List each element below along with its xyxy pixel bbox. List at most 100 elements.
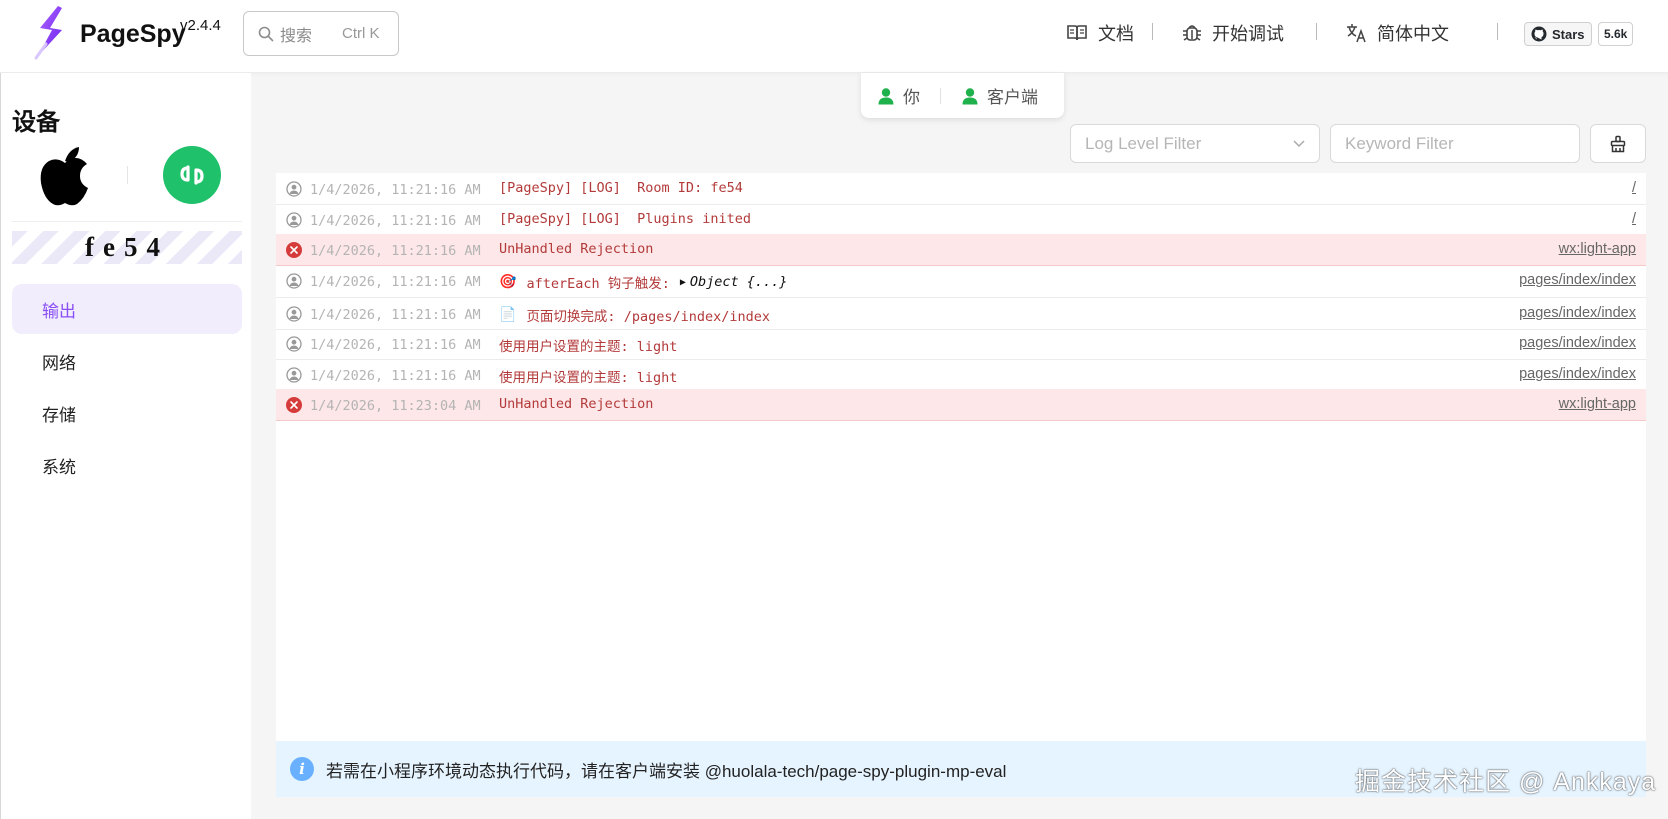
tab-divider <box>940 87 941 104</box>
sidebar-item-label: 系统 <box>42 457 76 477</box>
tab-you[interactable]: 你 <box>877 83 920 108</box>
info-banner-text: 若需在小程序环境动态执行代码，请在客户端安装 @huolala-tech/pag… <box>326 761 1007 781</box>
version-label: v2.4.4 <box>180 17 221 34</box>
log-timestamp: 1/4/2026, 11:21:16 AM <box>310 368 481 384</box>
nav-language[interactable]: 简体中文 <box>1346 20 1449 46</box>
nav-docs[interactable]: 文档 <box>1066 20 1134 46</box>
user-icon <box>962 87 978 104</box>
log-level-placeholder: Log Level Filter <box>1085 133 1202 153</box>
log-message-text: [PageSpy] [LOG] Room ID: fe54 <box>499 180 743 196</box>
log-user-icon <box>286 336 302 352</box>
github-stars-count[interactable]: 5.6k <box>1598 22 1634 46</box>
console-log-list: 1/4/2026, 11:21:16 AM [PageSpy] [LOG] Roo… <box>276 173 1646 741</box>
connection-tabs: 你 客户端 <box>861 73 1064 118</box>
tab-you-label: 你 <box>903 88 920 107</box>
log-message: [PageSpy] [LOG] Plugins inited <box>499 211 751 227</box>
translate-icon <box>1347 24 1366 43</box>
sidebar-item-label: 存储 <box>42 405 76 425</box>
log-message: UnHandled Rejection <box>499 241 653 257</box>
log-object-label: Object {...} <box>689 274 788 290</box>
sidebar-item-storage[interactable]: 存储 <box>12 388 242 438</box>
broom-icon <box>1610 135 1626 152</box>
log-row: 1/4/2026, 11:21:16 AM UnHandled Rejection… <box>276 234 1646 266</box>
github-stars-button[interactable]: Stars <box>1524 22 1592 46</box>
keyword-filter-input[interactable]: Keyword Filter <box>1330 124 1580 163</box>
sidebar-item-network[interactable]: 网络 <box>12 336 242 386</box>
keyword-placeholder: Keyword Filter <box>1345 133 1454 153</box>
user-icon <box>878 87 894 104</box>
log-timestamp: 1/4/2026, 11:21:16 AM <box>310 182 481 198</box>
log-user-icon <box>286 181 302 197</box>
log-source-link[interactable]: pages/index/index <box>1519 305 1636 321</box>
log-message-text: 页面切换完成: /pages/index/index <box>526 309 770 325</box>
clear-console-button[interactable] <box>1590 124 1646 163</box>
search-placeholder: 搜索 <box>280 27 313 45</box>
device-icon-divider <box>127 166 128 184</box>
log-level-filter[interactable]: Log Level Filter <box>1070 124 1320 163</box>
caret-right-icon: ▶ <box>679 276 686 288</box>
tab-client[interactable]: 客户端 <box>961 83 1038 108</box>
log-row: 1/4/2026, 11:23:04 AM UnHandled Rejection… <box>276 389 1646 421</box>
log-message-text: [PageSpy] [LOG] Plugins inited <box>499 211 751 227</box>
log-timestamp: 1/4/2026, 11:21:16 AM <box>310 337 481 353</box>
log-message-text: UnHandled Rejection <box>499 241 654 257</box>
log-timestamp: 1/4/2026, 11:21:16 AM <box>310 274 481 290</box>
sidebar-item-label: 网络 <box>42 353 76 373</box>
log-row: 1/4/2026, 11:21:16 AM 使用用户设置的主题: light pag… <box>276 328 1646 360</box>
log-message: 📄 页面切换完成: /pages/index/index <box>499 305 770 325</box>
log-source-link[interactable]: wx:light-app <box>1559 396 1636 412</box>
book-icon <box>1067 25 1087 41</box>
sidebar-item-system[interactable]: 系统 <box>12 440 242 490</box>
log-row: 1/4/2026, 11:21:16 AM [PageSpy] [LOG] Plu… <box>276 204 1646 236</box>
bug-icon <box>1183 25 1201 41</box>
apple-icon <box>40 147 88 206</box>
nav-docs-label: 文档 <box>1098 24 1134 44</box>
sidebar-item-label: 输出 <box>42 301 76 321</box>
log-message: 使用用户设置的主题: light <box>499 366 677 386</box>
log-timestamp: 1/4/2026, 11:21:16 AM <box>310 213 481 229</box>
log-emoji-icon: 📄 <box>499 307 517 323</box>
sidebar-divider <box>12 221 242 222</box>
log-user-icon <box>286 306 302 322</box>
log-message-text: 使用用户设置的主题: light <box>499 339 678 355</box>
log-source-link[interactable]: pages/index/index <box>1519 366 1636 382</box>
log-source-link[interactable]: / <box>1632 211 1636 227</box>
log-message: [PageSpy] [LOG] Room ID: fe54 <box>499 180 743 196</box>
nav-start-debug-label: 开始调试 <box>1212 24 1284 44</box>
log-source-link[interactable]: / <box>1632 180 1636 196</box>
watermark: 掘金技术社区 @ Ankkaya <box>1355 768 1657 796</box>
log-source-link[interactable]: pages/index/index <box>1519 335 1636 351</box>
error-icon <box>286 242 302 258</box>
search-shortcut: Ctrl K <box>342 25 380 42</box>
github-icon <box>1531 26 1547 42</box>
log-source-link[interactable]: wx:light-app <box>1559 241 1636 257</box>
top-header: PageSpy v2.4.4 搜索 Ctrl K 文档 开始调试 简体中文 St… <box>0 0 1668 73</box>
sidebar-item-output[interactable]: 输出 <box>12 284 242 334</box>
search-button[interactable]: 搜索 Ctrl K <box>243 11 399 56</box>
log-message: 🎯 afterEach 钩子触发: ▶ Object {...} <box>499 272 787 292</box>
log-message-text: UnHandled Rejection <box>499 396 654 412</box>
mini-program-icon <box>163 146 221 204</box>
log-message: UnHandled Rejection <box>499 396 653 412</box>
error-icon <box>286 397 302 413</box>
log-object-toggle[interactable]: ▶ Object {...} <box>680 274 788 290</box>
tab-client-label: 客户端 <box>987 88 1038 107</box>
pagespy-logo-icon[interactable] <box>32 4 70 62</box>
nav-start-debug[interactable]: 开始调试 <box>1182 20 1284 46</box>
brand-name[interactable]: PageSpy <box>80 20 186 49</box>
room-id-captcha: fe54 <box>12 231 242 264</box>
nav-divider <box>1152 23 1153 40</box>
log-message-text: afterEach 钩子触发: <box>526 276 670 292</box>
log-source-link[interactable]: pages/index/index <box>1519 272 1636 288</box>
log-message: 使用用户设置的主题: light <box>499 335 677 355</box>
nav-divider <box>1316 23 1317 40</box>
log-row: 1/4/2026, 11:21:16 AM 📄 页面切换完成: /pages/ind… <box>276 298 1646 330</box>
log-user-icon <box>286 367 302 383</box>
log-row: 1/4/2026, 11:21:16 AM 🎯 afterEach 钩子触发: ▶ Ob… <box>276 265 1646 298</box>
github-stars-label: Stars <box>1552 26 1585 42</box>
sidebar: 设备 fe54 输出 网络 存储 系统 <box>0 73 251 819</box>
nav-language-label: 简体中文 <box>1377 24 1449 44</box>
log-timestamp: 1/4/2026, 11:21:16 AM <box>310 243 481 259</box>
log-timestamp: 1/4/2026, 11:23:04 AM <box>310 398 481 414</box>
log-message-text: 使用用户设置的主题: light <box>499 370 678 386</box>
